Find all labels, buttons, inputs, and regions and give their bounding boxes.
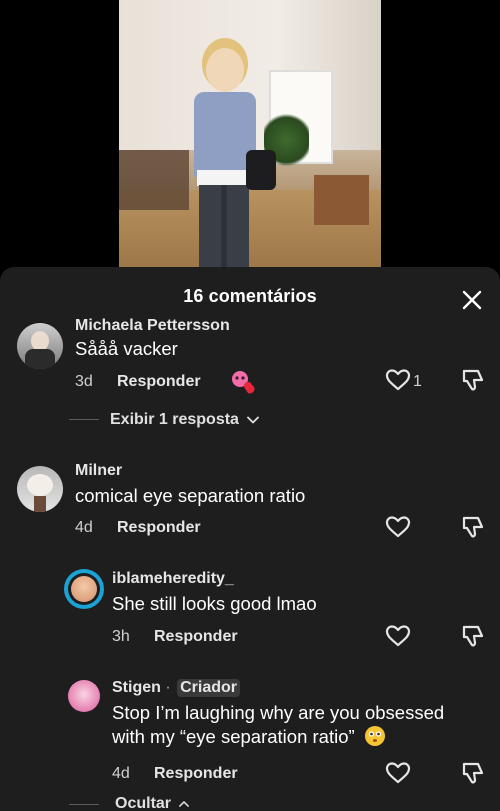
comment-item: Michaela Pettersson Sååå vacker 3d Respo… (0, 267, 500, 429)
dislike-icon[interactable] (459, 623, 485, 649)
video-cabinet (314, 175, 369, 225)
comments-sheet: 16 comentários Michaela Pettersson Sååå … (0, 267, 500, 811)
like-count: 1 (413, 373, 422, 390)
heart-icon[interactable] (385, 761, 411, 785)
thread-divider (69, 804, 99, 805)
video-person-legs (199, 185, 249, 268)
comment-username[interactable]: Milner (75, 462, 122, 480)
comment-time: 4d (112, 765, 130, 782)
heart-icon[interactable] (385, 368, 411, 392)
reply-button[interactable]: Responder (154, 628, 238, 646)
comment-username-row: Stigen · Criador (112, 679, 241, 697)
reply-button[interactable]: Responder (117, 373, 201, 391)
reply-button[interactable]: Responder (117, 519, 201, 537)
comment-text-line-wrap: with my “eye separation ratio” (112, 725, 444, 749)
emoji-sticker-icon (232, 371, 255, 394)
creator-badge: Criador (177, 679, 241, 697)
comment-text: comical eye separation ratio (75, 485, 306, 506)
chevron-down-icon (247, 416, 260, 424)
avatar-body (34, 496, 46, 512)
video-person-head (206, 48, 244, 92)
reply-button[interactable]: Responder (154, 765, 238, 783)
avatar-face (31, 331, 49, 351)
avatar-face (27, 474, 53, 496)
comment-username[interactable]: iblameheredity_ (112, 570, 234, 588)
dislike-icon[interactable] (459, 514, 485, 540)
avatar[interactable] (17, 323, 63, 369)
thread-divider (69, 419, 99, 420)
avatar-body (25, 349, 55, 369)
comment-text: Stop I’m laughing why are you obsessed w… (112, 701, 444, 749)
avatar[interactable] (17, 466, 63, 512)
comment-text-line: Stop I’m laughing why are you obsessed (112, 702, 445, 723)
video-person-top (197, 170, 253, 186)
dislike-icon[interactable] (459, 367, 485, 393)
avatar[interactable] (64, 569, 104, 609)
view-replies-label: Exibir 1 resposta (110, 411, 239, 428)
heart-icon[interactable] (385, 624, 411, 648)
reply-item: Stigen · Criador Stop I’m laughing why a… (0, 675, 500, 811)
comment-item: Milner comical eye separation ratio 4d R… (0, 457, 500, 557)
heart-icon[interactable] (385, 515, 411, 539)
comment-time: 3d (75, 373, 93, 390)
hide-replies-label: Ocultar (115, 795, 172, 811)
video-bag (246, 150, 276, 190)
comment-text: She still looks good lmao (112, 593, 317, 614)
video-table (119, 150, 189, 210)
avatar-face (71, 576, 97, 602)
dislike-icon[interactable] (459, 760, 485, 786)
hide-replies-button[interactable]: Ocultar (115, 795, 190, 811)
comment-username[interactable]: Stigen (112, 679, 161, 696)
avatar[interactable] (68, 680, 100, 712)
view-replies-button[interactable]: Exibir 1 resposta (110, 411, 260, 429)
video-preview[interactable] (119, 0, 381, 268)
comment-text: Sååå vacker (75, 338, 178, 359)
comment-username[interactable]: Michaela Pettersson (75, 317, 230, 335)
comment-time: 3h (112, 628, 130, 645)
comment-text-line: with my “eye separation ratio” (112, 726, 355, 747)
comment-time: 4d (75, 519, 93, 536)
flushed-emoji-icon (364, 726, 385, 746)
reply-item: iblameheredity_ She still looks good lma… (0, 567, 500, 657)
chevron-up-icon (179, 800, 190, 807)
